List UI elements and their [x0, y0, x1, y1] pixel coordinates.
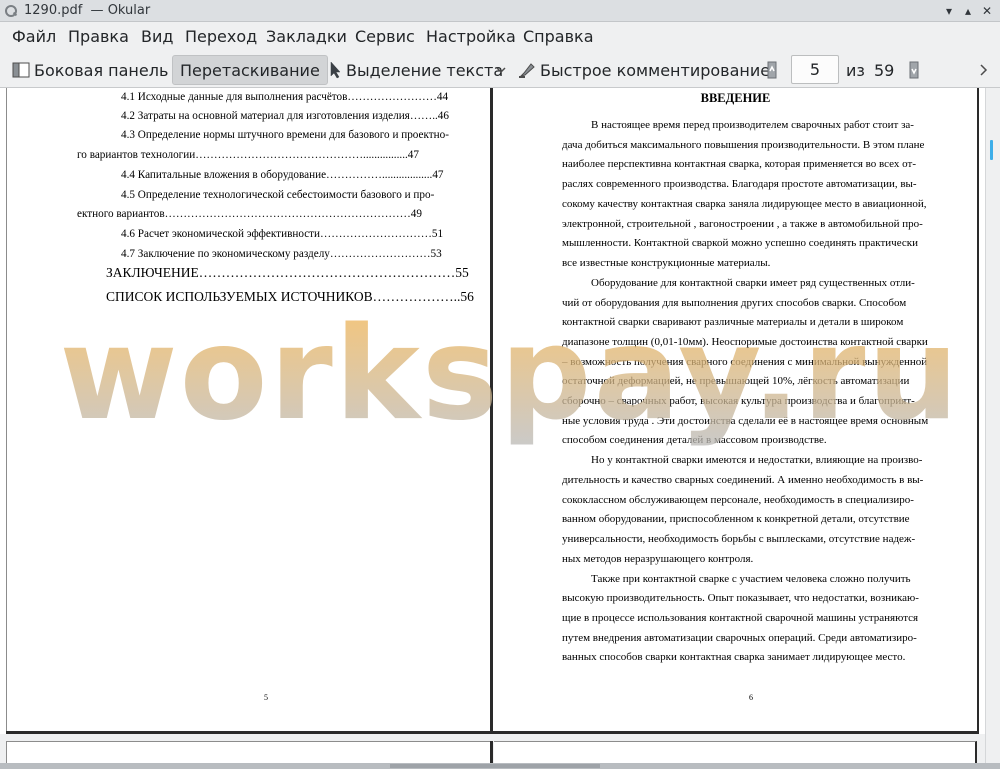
toc-entry: 4.2 Затраты на основной материал для изг…	[121, 110, 449, 122]
toc-entry: 4.5 Определение технологической себестои…	[121, 189, 435, 201]
toolbar-overflow-button[interactable]	[978, 55, 992, 85]
text-line: высокую производительность. Опыт показыв…	[562, 592, 919, 604]
text-line: мышленности. Контактной сваркой можно ус…	[562, 237, 918, 249]
menu-help[interactable]: Справка	[523, 27, 594, 46]
okular-app-icon	[5, 5, 18, 17]
text-line: остаточной деформацией, не превышающей 1…	[562, 375, 910, 387]
text-line: контактной сварки сваривают различные ма…	[562, 316, 904, 328]
toc-entry: 4.6 Расчет экономической эффективности………	[121, 228, 444, 240]
page-right-edge	[977, 88, 979, 734]
menu-settings[interactable]: Настройка	[426, 27, 516, 46]
text-line: диапазоне толщин (0,01-10мм). Неоспоримы…	[562, 336, 928, 348]
toc-entry: 4.4 Капитальные вложения в оборудование……	[121, 169, 444, 181]
text-line: универсальности, необходимость борьбы с …	[562, 533, 916, 545]
sidebar-button[interactable]: Боковая панель	[12, 55, 168, 85]
text-line: щие в процессе использования контактной …	[562, 612, 919, 624]
previous-page-icon	[767, 61, 777, 79]
highlighter-icon	[519, 63, 535, 78]
cursor-arrow-icon	[330, 61, 341, 79]
text-line: путем внедрения автоматизации сварочных …	[562, 632, 917, 644]
menu-bar: Файл Правка Вид Переход Закладки Сервис …	[0, 22, 1000, 52]
text-line: чий от оборудования для выполнения други…	[562, 297, 907, 309]
text-line: – возможность получения сварного соедине…	[562, 356, 928, 368]
page-of-text: из	[846, 60, 865, 80]
text-line: В настоящее время перед производителем с…	[591, 119, 914, 131]
toc-entry: 4.1 Исходные данные для выполнения расчё…	[121, 91, 449, 103]
maximize-button[interactable]: ▴	[960, 3, 976, 19]
text-line: ванных способов сварки контактная сварка…	[562, 651, 906, 663]
text-select-tool-button[interactable]: Выделение текста	[328, 55, 503, 85]
toc-entry: СПИСОК ИСПОЛЬЗУЕМЫХ ИСТОЧНИКОВ………………..56	[106, 289, 474, 304]
document-view[interactable]: 4.1 Исходные данные для выполнения расчё…	[0, 88, 985, 769]
toc-entry: 4.7 Заключение по экономическому разделу…	[121, 248, 442, 260]
vertical-scrollbar-thumb[interactable]	[990, 140, 993, 160]
page-separator	[490, 88, 493, 734]
quick-annotation-label: Быстрое комментирование	[540, 60, 771, 80]
text-select-tool-label: Выделение текста	[346, 60, 504, 80]
text-line: сборочно – сварочных работ, высокая куль…	[562, 395, 915, 407]
menu-file[interactable]: Файл	[12, 27, 56, 46]
pdf-page-5: 4.1 Исходные данные для выполнения расчё…	[6, 88, 490, 734]
browse-tool-button[interactable]: Перетаскивание	[172, 55, 328, 85]
sidebar-icon	[12, 62, 30, 78]
close-button[interactable]: ✕	[979, 3, 995, 19]
chevron-right-icon	[980, 64, 988, 76]
next-page-icon	[909, 61, 919, 79]
page-number: 6	[749, 693, 753, 702]
toc-entry: го вариантов технологии………………………………………..…	[77, 149, 419, 161]
minimize-button[interactable]: ▾	[941, 3, 957, 19]
window-title: 1290.pdf — Okular	[24, 3, 151, 18]
page-number: 5	[264, 693, 268, 702]
page-number-input[interactable]: 5	[791, 55, 839, 84]
text-line: сокому качеству контактная сварка заняла…	[562, 198, 927, 210]
horizontal-scrollbar[interactable]	[0, 763, 1000, 769]
page-of-label: из	[846, 55, 865, 85]
menu-edit[interactable]: Правка	[68, 27, 129, 46]
previous-page-button[interactable]	[766, 55, 782, 85]
text-line: дительность и качество сварных соединени…	[562, 474, 924, 486]
text-line: дача добиться максимального повышения пр…	[562, 139, 925, 151]
menu-go[interactable]: Переход	[185, 27, 257, 46]
sidebar-button-label: Боковая панель	[34, 60, 169, 80]
vertical-scrollbar[interactable]	[985, 88, 1000, 769]
tool-dropdown-arrow[interactable]	[496, 55, 510, 85]
toc-entry: ектного вариантов…………………………………………………………4…	[77, 208, 422, 220]
pdf-page-6: ВВЕДЕНИЕ В настоящее время перед произво…	[494, 88, 977, 734]
total-pages-text: 59	[874, 60, 895, 80]
text-line: Но у контактной сварки имеются и недоста…	[591, 454, 923, 466]
menu-bookmarks[interactable]: Закладки	[266, 27, 347, 46]
text-line: электронной, строительной , вагоностроен…	[562, 218, 923, 230]
browse-tool-label: Перетаскивание	[180, 60, 320, 80]
section-heading: ВВЕДЕНИЕ	[700, 91, 771, 105]
text-line: способом соединения деталей в массовом п…	[562, 434, 827, 446]
quick-annotation-button[interactable]: Быстрое комментирование	[518, 55, 770, 85]
menu-view[interactable]: Вид	[141, 27, 173, 46]
okular-window: 1290.pdf — Okular ▾ ▴ ✕ Файл Правка Вид …	[0, 0, 1000, 769]
main-toolbar: Боковая панель Перетаскивание Выделение …	[0, 52, 1000, 88]
text-line: раслях современного производства. Благод…	[562, 178, 917, 190]
horizontal-scrollbar-thumb[interactable]	[390, 764, 600, 768]
title-bar: 1290.pdf — Okular ▾ ▴ ✕	[0, 0, 1000, 22]
toc-entry: 4.3 Определение нормы штучного времени д…	[121, 129, 449, 141]
text-line: все известные конструкционные материалы.	[562, 257, 771, 269]
menu-tools[interactable]: Сервис	[355, 27, 415, 46]
text-line: Также при контактной сварке с участием ч…	[591, 573, 911, 585]
toc-entry: ЗАКЛЮЧЕНИЕ…………………………………………………55	[106, 265, 469, 280]
text-line: Оборудование для контактной сварки имеет…	[591, 277, 915, 289]
total-pages-label: 59	[874, 55, 894, 85]
next-page-button[interactable]	[908, 55, 924, 85]
text-line: ные условия труда . Эти достоинства сдел…	[562, 415, 929, 427]
text-line: ных методов неразрушающего контроля.	[562, 553, 754, 565]
text-line: наиболее перспективна контактная сварка,…	[562, 158, 916, 170]
chevron-down-icon	[496, 67, 506, 74]
text-line: ванном оборудовании, приспособленном к к…	[562, 513, 910, 525]
text-line: сококлассном обслуживающем персонале, не…	[562, 494, 914, 506]
